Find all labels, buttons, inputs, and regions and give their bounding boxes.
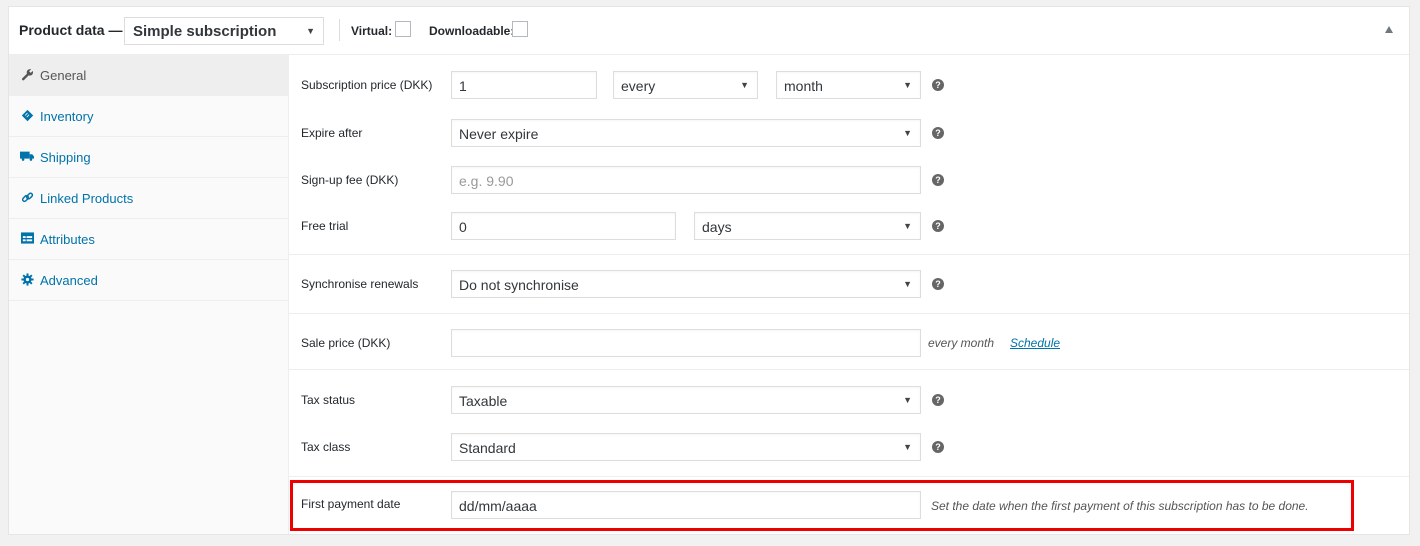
- expire-after-select[interactable]: Never expire ▼: [451, 119, 921, 147]
- chevron-down-icon: ▼: [306, 26, 315, 36]
- downloadable-checkbox[interactable]: [512, 21, 528, 37]
- help-icon[interactable]: ?: [932, 127, 944, 139]
- tag-icon: [20, 108, 34, 122]
- synchronise-group: Synchronise renewals Do not synchronise …: [289, 255, 1409, 314]
- subscription-price-input[interactable]: 1: [451, 71, 597, 99]
- tab-label: Shipping: [40, 150, 91, 165]
- tab-general[interactable]: General: [9, 55, 288, 96]
- product-type-value: Simple subscription: [133, 23, 277, 40]
- triangle-up-icon[interactable]: [1385, 26, 1393, 33]
- sale-price-group: Sale price (DKK) every month Schedule: [289, 314, 1409, 370]
- help-icon[interactable]: ?: [932, 278, 944, 290]
- wrench-icon: [20, 67, 34, 81]
- tab-label: General: [40, 68, 87, 83]
- link-icon: [20, 190, 34, 204]
- tax-class-value: Standard: [459, 440, 516, 456]
- downloadable-label: Downloadable:: [429, 24, 515, 38]
- truck-icon: [20, 149, 34, 163]
- signup-fee-label: Sign-up fee (DKK): [301, 173, 399, 187]
- chevron-down-icon: ▼: [903, 221, 912, 231]
- chevron-down-icon: ▼: [740, 80, 749, 90]
- sale-price-input[interactable]: [451, 329, 921, 357]
- synchronise-value: Do not synchronise: [459, 277, 579, 293]
- tab-label: Linked Products: [40, 191, 134, 206]
- panel-header: Product data — Simple subscription ▼ Vir…: [9, 7, 1409, 55]
- panel-title: Product data —: [19, 22, 123, 38]
- tax-class-select[interactable]: Standard ▼: [451, 433, 921, 461]
- tax-status-value: Taxable: [459, 393, 508, 409]
- tab-label: Advanced: [40, 273, 98, 288]
- billing-interval-select[interactable]: every ▼: [613, 71, 758, 99]
- tab-shipping[interactable]: Shipping: [9, 137, 288, 178]
- billing-interval-value: every: [621, 78, 656, 94]
- tab-advanced[interactable]: Advanced: [9, 260, 288, 301]
- sale-price-label: Sale price (DKK): [301, 336, 391, 350]
- expire-after-value: Never expire: [459, 126, 539, 142]
- divider: [339, 19, 340, 41]
- virtual-label: Virtual:: [351, 24, 393, 38]
- general-options-panel: Subscription price (DKK) 1 every ▼ month…: [289, 55, 1409, 534]
- billing-period-value: month: [784, 78, 823, 94]
- free-trial-period-value: days: [702, 219, 732, 235]
- synchronise-select[interactable]: Do not synchronise ▼: [451, 270, 921, 298]
- product-type-select[interactable]: Simple subscription ▼: [124, 17, 324, 45]
- highlight-box: [290, 480, 1354, 531]
- help-icon[interactable]: ?: [932, 79, 944, 91]
- schedule-link[interactable]: Schedule: [1010, 336, 1060, 350]
- help-icon[interactable]: ?: [932, 220, 944, 232]
- product-data-panel: Product data — Simple subscription ▼ Vir…: [8, 6, 1410, 535]
- chevron-down-icon: ▼: [903, 80, 912, 90]
- chevron-down-icon: ▼: [903, 279, 912, 289]
- signup-fee-input[interactable]: e.g. 9.90: [451, 166, 921, 194]
- tax-status-select[interactable]: Taxable ▼: [451, 386, 921, 414]
- free-trial-period-select[interactable]: days ▼: [694, 212, 921, 240]
- tab-inventory[interactable]: Inventory: [9, 96, 288, 137]
- tax-group: Tax status Taxable ▼ ? Tax class Standar…: [289, 370, 1409, 477]
- tax-class-label: Tax class: [301, 440, 351, 454]
- gear-icon: [20, 272, 34, 286]
- help-icon[interactable]: ?: [932, 174, 944, 186]
- virtual-checkbox[interactable]: [395, 21, 411, 37]
- help-icon[interactable]: ?: [932, 394, 944, 406]
- chevron-down-icon: ▼: [903, 395, 912, 405]
- synchronise-label: Synchronise renewals: [301, 277, 419, 291]
- chevron-down-icon: ▼: [903, 128, 912, 138]
- expire-after-label: Expire after: [301, 126, 363, 140]
- product-data-tabs: General Inventory Shipping Linked Produc…: [9, 55, 289, 534]
- free-trial-input[interactable]: 0: [451, 212, 676, 240]
- list-card-icon: [20, 231, 34, 245]
- tab-label: Inventory: [40, 109, 94, 124]
- subscription-pricing-group: Subscription price (DKK) 1 every ▼ month…: [289, 55, 1409, 255]
- help-icon[interactable]: ?: [932, 441, 944, 453]
- tax-status-label: Tax status: [301, 393, 356, 407]
- chevron-down-icon: ▼: [903, 442, 912, 452]
- billing-period-select[interactable]: month ▼: [776, 71, 921, 99]
- tab-label: Attributes: [40, 232, 95, 247]
- tab-attributes[interactable]: Attributes: [9, 219, 288, 260]
- tab-linked-products[interactable]: Linked Products: [9, 178, 288, 219]
- free-trial-label: Free trial: [301, 219, 349, 233]
- subscription-price-label: Subscription price (DKK): [301, 78, 433, 92]
- sale-price-period-note: every month: [928, 336, 995, 350]
